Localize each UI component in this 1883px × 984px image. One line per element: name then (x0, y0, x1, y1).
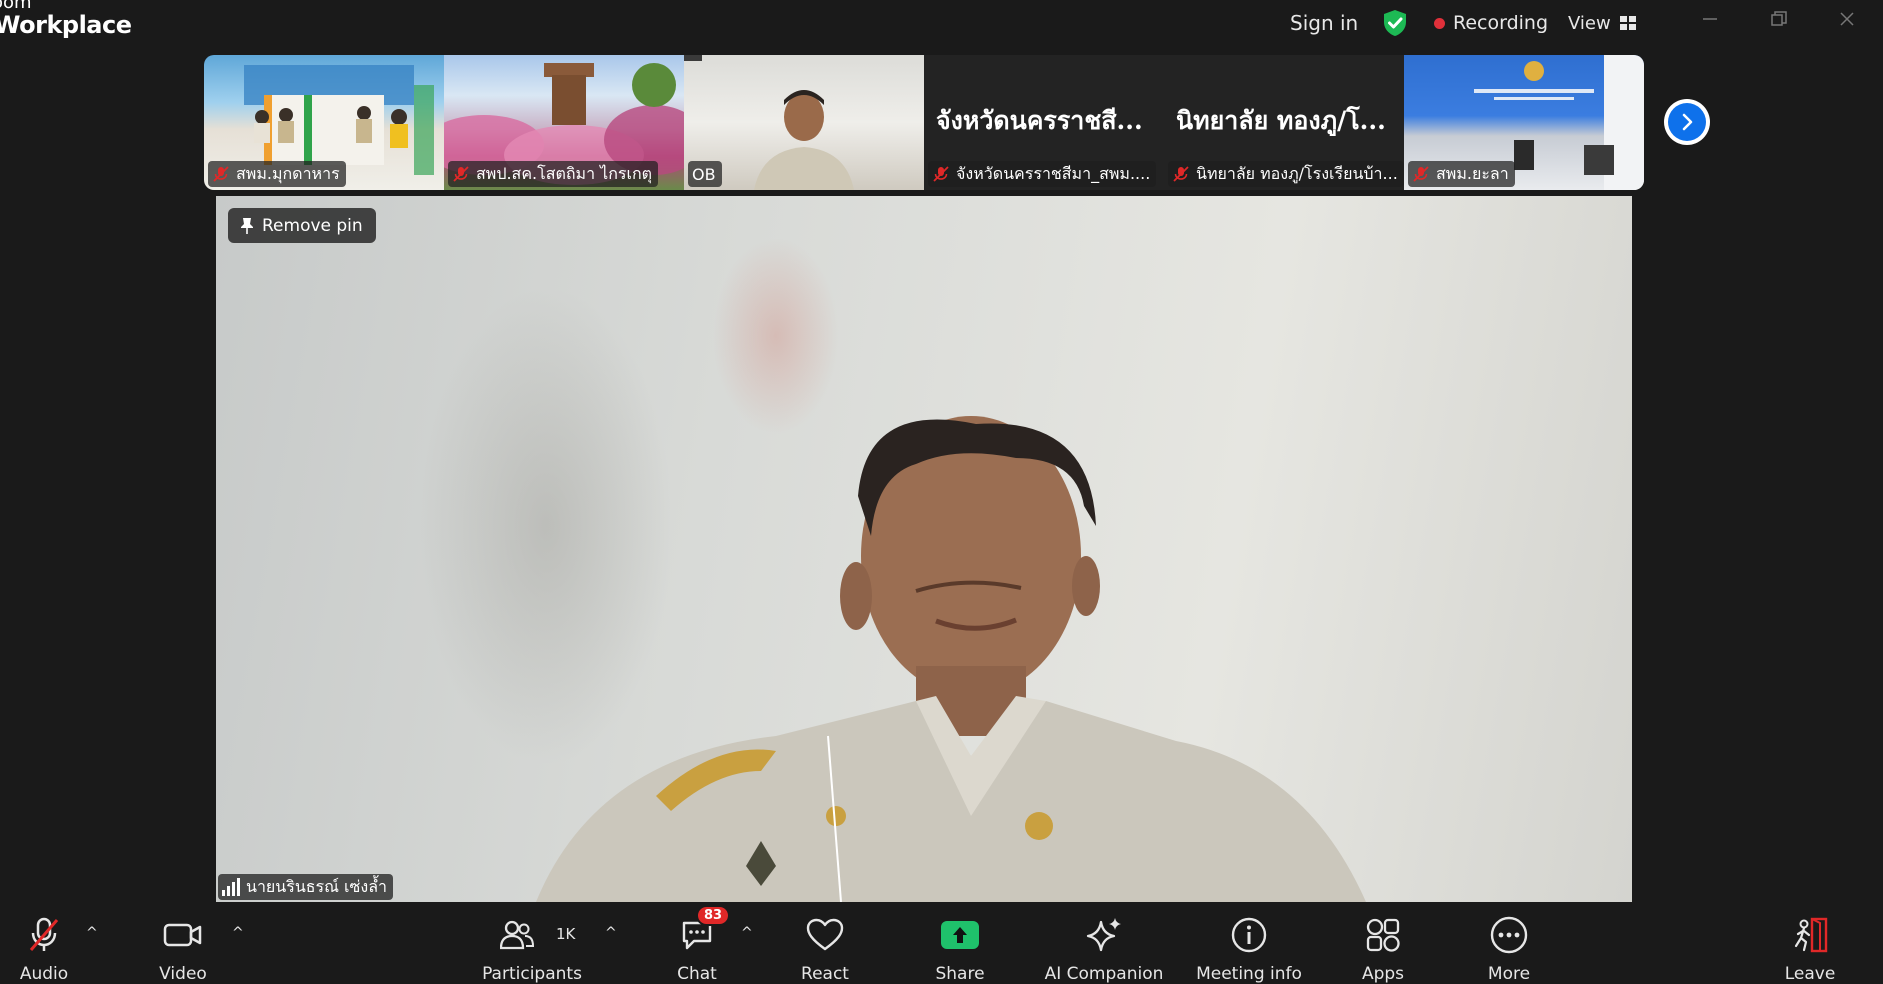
participant-name-tag: สพม.ยะลา (1408, 161, 1515, 187)
app-logo: oom Workplace (0, 0, 132, 39)
mic-muted-icon (933, 166, 949, 182)
video-options-caret-icon[interactable]: ^ (232, 925, 244, 941)
participant-name-tag: จังหวัดนครราชสีมา_สพม.... (928, 161, 1157, 187)
participants-button[interactable]: Participants (472, 913, 592, 984)
participant-name: นิทยาลัย ทองภู/โรงเรียนบ้า... (1196, 163, 1398, 183)
meeting-info-label: Meeting info (1196, 964, 1302, 984)
remove-pin-button[interactable]: Remove pin (228, 208, 376, 243)
video-button[interactable]: Video (123, 913, 243, 984)
info-icon (1231, 917, 1267, 953)
speaker-video-image (536, 416, 1366, 902)
participant-name-tag: สพม.มุกดาหาร (208, 161, 346, 187)
chat-unread-badge: 83 (696, 905, 731, 926)
react-button[interactable]: React (765, 913, 885, 984)
leave-label: Leave (1784, 964, 1836, 984)
minimize-window-icon[interactable] (1690, 4, 1730, 34)
more-label: More (1487, 964, 1531, 984)
next-page-button[interactable] (1664, 99, 1710, 145)
recording-indicator[interactable]: Recording (1434, 6, 1548, 40)
share-screen-icon (941, 921, 979, 949)
signal-strength-icon (222, 878, 240, 896)
participants-options-caret-icon[interactable]: ^ (605, 925, 617, 941)
active-speaker-video[interactable]: Remove pin นายนรินธรณ์ เซ่งล้ำ (216, 196, 1632, 902)
participant-name: สพม.ยะลา (1436, 163, 1509, 183)
meeting-controls-toolbar: Audio ^ Video ^ Participants 1K ^ 83 Cha… (0, 903, 1883, 984)
participant-name: สพป.สค.โสตถิมา ไกรเกตุ (476, 163, 653, 183)
react-label: React (801, 964, 849, 984)
participant-name-tag: สพป.สค.โสตถิมา ไกรเกตุ (448, 161, 659, 187)
leave-meeting-button[interactable]: Leave (1750, 913, 1870, 984)
chevron-right-icon (1682, 113, 1693, 131)
participant-thumbnail[interactable]: นิทยาลัย ทองภู/โ... นิทยาลัย ทองภู/โรงเร… (1164, 55, 1404, 190)
mic-muted-icon (1413, 166, 1429, 182)
audio-options-caret-icon[interactable]: ^ (86, 925, 98, 941)
ai-companion-label: AI Companion (1044, 964, 1164, 984)
more-options-icon (1490, 916, 1528, 954)
restore-window-icon[interactable] (1759, 4, 1799, 34)
microphone-muted-icon (29, 917, 59, 951)
participant-name: สพม.มุกดาหาร (236, 163, 340, 183)
audio-label: Audio (19, 964, 69, 984)
ai-companion-button[interactable]: AI Companion (1044, 913, 1164, 984)
participant-thumbnail[interactable]: จังหวัดนครราชสี... จังหวัดนครราชสีมา_สพม… (924, 55, 1164, 190)
grid-view-icon (1619, 16, 1636, 30)
mic-muted-icon (213, 166, 229, 182)
participant-thumbnail[interactable]: สพป.สค.โสตถิมา ไกรเกตุ (444, 55, 684, 190)
apps-button[interactable]: Apps (1323, 913, 1443, 984)
view-label: View (1568, 12, 1611, 34)
chat-label: Chat (677, 964, 717, 984)
encryption-shield-icon[interactable] (1382, 6, 1408, 40)
participant-display-name: จังหวัดนครราชสี... (936, 106, 1143, 135)
participants-count: 1K (556, 925, 576, 943)
remove-pin-label: Remove pin (262, 215, 363, 236)
participant-thumbnail[interactable]: สพม.ยะลา (1404, 55, 1644, 190)
video-label: Video (159, 964, 207, 984)
participants-icon (500, 920, 534, 950)
sparkle-icon (1086, 918, 1121, 952)
audio-button[interactable]: Audio (0, 913, 104, 984)
app-logo-line2: Workplace (0, 11, 132, 39)
participant-name: OB (692, 164, 716, 184)
more-button[interactable]: More (1449, 913, 1569, 984)
heart-icon (806, 918, 844, 951)
participant-thumbnail[interactable]: สพม.มุกดาหาร (204, 55, 444, 190)
title-bar: oom Workplace Sign in Recording View (0, 0, 1883, 50)
apps-icon (1366, 918, 1400, 952)
mic-muted-icon (453, 166, 469, 182)
pin-icon (241, 217, 253, 234)
recording-dot-icon (1434, 17, 1445, 29)
close-window-icon[interactable] (1827, 4, 1867, 34)
chat-button[interactable]: 83 Chat (637, 905, 757, 984)
participant-thumbnail-strip: สพม.มุกดาหาร สพป.สค.โสตถิมา ไกรเกตุ OB จ… (204, 55, 1644, 190)
recording-label: Recording (1453, 12, 1549, 34)
participant-name: จังหวัดนครราชสีมา_สพม.... (956, 163, 1151, 183)
participants-label: Participants (482, 964, 582, 984)
active-speaker-name: นายนรินธรณ์ เซ่งล้ำ (246, 876, 387, 896)
share-label: Share (935, 964, 985, 984)
participant-thumbnail[interactable]: OB (684, 55, 924, 190)
video-camera-icon (163, 923, 202, 947)
participant-name-tag: OB (688, 161, 722, 187)
participant-name-tag: นิทยาลัย ทองภู/โรงเรียนบ้า... (1168, 161, 1404, 187)
apps-label: Apps (1361, 964, 1405, 984)
chat-options-caret-icon[interactable]: ^ (741, 925, 753, 941)
view-button[interactable]: View (1568, 6, 1637, 40)
active-speaker-name-tag: นายนรินธรณ์ เซ่งล้ำ (218, 874, 393, 900)
sign-in-button[interactable]: Sign in (1290, 6, 1358, 40)
share-button[interactable]: Share (900, 913, 1020, 984)
participant-display-name: นิทยาลัย ทองภู/โ... (1176, 106, 1386, 135)
meeting-info-button[interactable]: Meeting info (1189, 913, 1309, 984)
mic-muted-icon (1173, 166, 1189, 182)
leave-door-icon (1794, 917, 1828, 953)
